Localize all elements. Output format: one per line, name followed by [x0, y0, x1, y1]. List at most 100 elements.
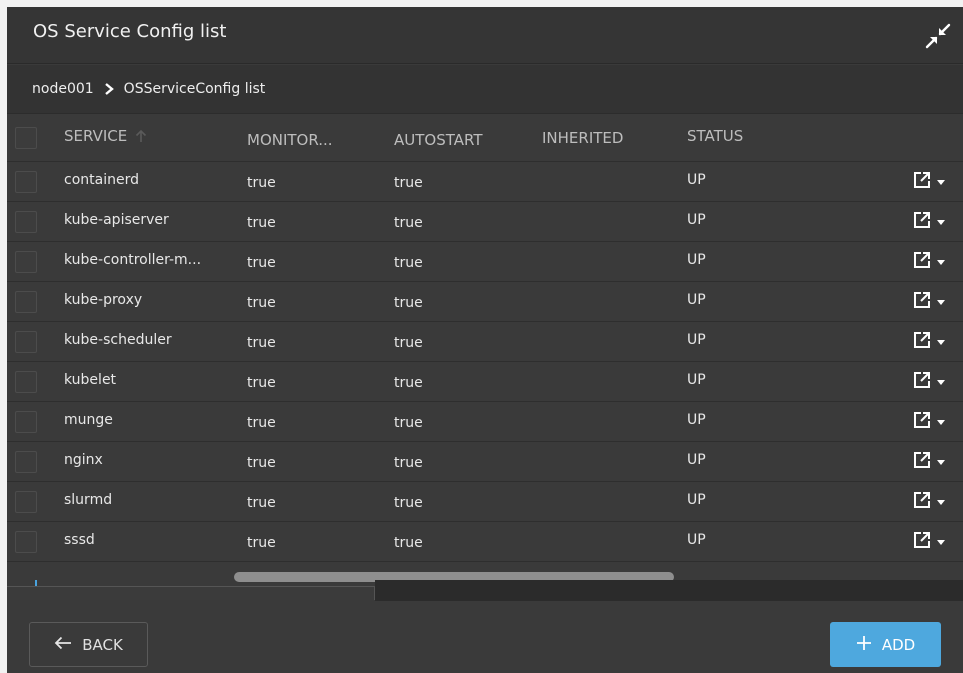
- table-row[interactable]: sssd true true UP: [7, 522, 963, 562]
- row-checkbox[interactable]: [15, 290, 37, 313]
- table-header-row: SERVICE MONITOR... AUTOSTART INHERITED S…: [7, 115, 963, 162]
- table-row[interactable]: nginx true true UP: [7, 442, 963, 482]
- services-table: SERVICE MONITOR... AUTOSTART INHERITED S…: [7, 115, 963, 562]
- row-checkbox[interactable]: [15, 250, 37, 273]
- service-cell: sssd: [64, 531, 95, 548]
- inherited-cell: [542, 442, 672, 481]
- open-external-icon[interactable]: [912, 330, 932, 354]
- select-all-checkbox[interactable]: [15, 127, 37, 149]
- inherited-cell: [542, 322, 672, 361]
- monitor-cell: true: [247, 455, 276, 471]
- caret-down-icon[interactable]: [936, 414, 946, 430]
- inherited-cell: [542, 362, 672, 401]
- row-checkbox[interactable]: [15, 490, 37, 513]
- table-row[interactable]: kube-controller-m... true true UP: [7, 242, 963, 282]
- status-cell: UP: [687, 291, 706, 308]
- service-cell: kube-controller-m...: [64, 251, 202, 268]
- inherited-cell: [542, 402, 672, 441]
- service-cell: kube-scheduler: [64, 331, 172, 348]
- breadcrumb-parent[interactable]: node001: [32, 81, 94, 97]
- chevron-right-icon: [104, 83, 114, 95]
- inherited-cell: [542, 162, 672, 201]
- open-external-icon[interactable]: [912, 450, 932, 474]
- status-cell: UP: [687, 171, 706, 188]
- column-header-service[interactable]: SERVICE: [64, 115, 234, 161]
- monitor-cell: true: [247, 255, 276, 271]
- row-checkbox[interactable]: [15, 450, 37, 473]
- add-button-label: ADD: [881, 635, 916, 654]
- open-external-icon[interactable]: [912, 170, 932, 194]
- arrow-left-icon: [54, 636, 72, 654]
- caret-down-icon[interactable]: [936, 214, 946, 230]
- add-button[interactable]: ADD: [830, 622, 941, 667]
- status-cell: UP: [687, 371, 706, 388]
- autostart-cell: true: [394, 215, 423, 231]
- service-cell: kube-apiserver: [64, 211, 169, 228]
- open-external-icon[interactable]: [912, 490, 932, 514]
- caret-down-icon[interactable]: [936, 454, 946, 470]
- status-cell: UP: [687, 331, 706, 348]
- caret-down-icon[interactable]: [936, 294, 946, 310]
- row-checkbox[interactable]: [15, 170, 37, 193]
- caret-down-icon[interactable]: [936, 534, 946, 550]
- window-title: OS Service Config list: [33, 21, 227, 42]
- monitor-cell: true: [247, 375, 276, 391]
- open-external-icon[interactable]: [912, 410, 932, 434]
- column-header-monitor[interactable]: MONITOR...: [247, 115, 367, 161]
- column-header-inherited[interactable]: INHERITED: [542, 115, 672, 161]
- monitor-cell: true: [247, 215, 276, 231]
- caret-down-icon[interactable]: [936, 374, 946, 390]
- back-button-label: BACK: [82, 635, 123, 654]
- collapse-arrows-icon[interactable]: [925, 23, 951, 49]
- autostart-cell: true: [394, 495, 423, 511]
- table-row[interactable]: kube-scheduler true true UP: [7, 322, 963, 362]
- open-external-icon[interactable]: [912, 370, 932, 394]
- status-cell: UP: [687, 451, 706, 468]
- autostart-cell: true: [394, 415, 423, 431]
- caret-down-icon[interactable]: [936, 494, 946, 510]
- row-checkbox[interactable]: [15, 370, 37, 393]
- row-checkbox[interactable]: [15, 410, 37, 433]
- open-external-icon[interactable]: [912, 250, 932, 274]
- service-cell: containerd: [64, 171, 139, 188]
- row-checkbox[interactable]: [15, 530, 37, 553]
- autostart-cell: true: [394, 455, 423, 471]
- column-header-autostart[interactable]: AUTOSTART: [394, 115, 524, 161]
- autostart-cell: true: [394, 375, 423, 391]
- table-row[interactable]: kubelet true true UP: [7, 362, 963, 402]
- open-external-icon[interactable]: [912, 210, 932, 234]
- table-row[interactable]: kube-apiserver true true UP: [7, 202, 963, 242]
- service-cell: kube-proxy: [64, 291, 143, 308]
- monitor-cell: true: [247, 295, 276, 311]
- service-cell: slurmd: [64, 491, 113, 508]
- table-row[interactable]: containerd true true UP: [7, 162, 963, 202]
- table-body: containerd true true UP kube-apiserver t…: [7, 162, 963, 562]
- inherited-cell: [542, 282, 672, 321]
- caret-down-icon[interactable]: [936, 174, 946, 190]
- open-external-icon[interactable]: [912, 290, 932, 314]
- horizontal-scroll-area: [7, 568, 963, 601]
- autostart-cell: true: [394, 535, 423, 551]
- monitor-cell: true: [247, 335, 276, 351]
- footer: BACK ADD: [7, 601, 963, 673]
- caret-down-icon[interactable]: [936, 334, 946, 350]
- row-checkbox[interactable]: [15, 210, 37, 233]
- title-bar: OS Service Config list: [7, 7, 963, 64]
- caret-down-icon[interactable]: [936, 254, 946, 270]
- monitor-cell: true: [247, 535, 276, 551]
- table-row[interactable]: slurmd true true UP: [7, 482, 963, 522]
- autostart-cell: true: [394, 295, 423, 311]
- column-header-status[interactable]: STATUS: [687, 115, 807, 161]
- monitor-cell: true: [247, 415, 276, 431]
- row-checkbox[interactable]: [15, 330, 37, 353]
- status-cell: UP: [687, 411, 706, 428]
- inherited-cell: [542, 202, 672, 241]
- status-cell: UP: [687, 211, 706, 228]
- service-cell: munge: [64, 411, 113, 428]
- open-external-icon[interactable]: [912, 530, 932, 554]
- scroll-track-left: [7, 586, 375, 600]
- table-row[interactable]: munge true true UP: [7, 402, 963, 442]
- table-row[interactable]: kube-proxy true true UP: [7, 282, 963, 322]
- inherited-cell: [542, 242, 672, 281]
- back-button[interactable]: BACK: [29, 622, 148, 667]
